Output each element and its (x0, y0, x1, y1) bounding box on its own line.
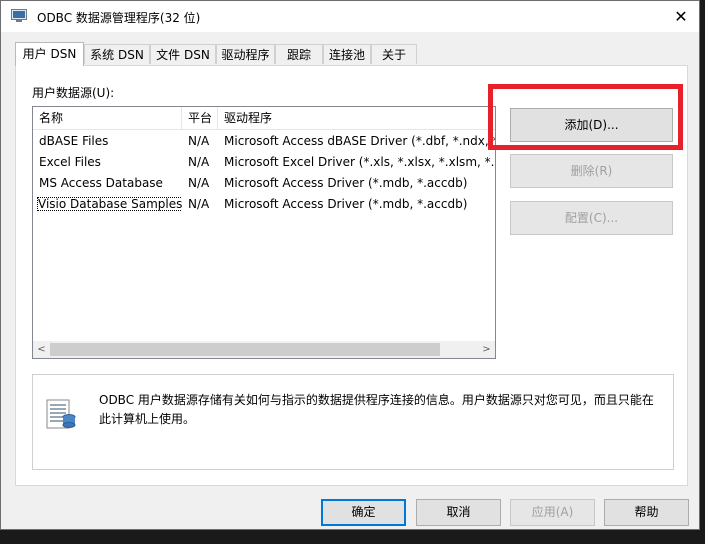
scroll-thumb[interactable] (50, 343, 440, 356)
row-name: dBASE Files (39, 134, 109, 148)
data-source-icon (46, 399, 76, 429)
row-name: Visio Database Samples (33, 194, 182, 215)
row-name: Excel Files (39, 155, 101, 169)
table-row[interactable]: dBASE Files N/A Microsoft Access dBASE D… (33, 131, 495, 152)
title-bar: ODBC 数据源管理程序(32 位) ✕ (1, 1, 699, 32)
row-platform: N/A (188, 197, 210, 211)
table-row[interactable]: Excel Files N/A Microsoft Excel Driver (… (33, 152, 495, 173)
row-name: MS Access Database (39, 176, 163, 190)
info-box: ODBC 用户数据源存储有关如何与指示的数据提供程序连接的信息。用户数据源只对您… (32, 374, 674, 470)
odbc-app-icon (11, 9, 27, 22)
tab-tracing[interactable]: 跟踪 (275, 44, 323, 64)
ok-button[interactable]: 确定 (321, 499, 406, 526)
tab-file-dsn[interactable]: 文件 DSN (150, 44, 216, 64)
tab-system-dsn[interactable]: 系统 DSN (84, 44, 150, 64)
remove-button[interactable]: 删除(R) (510, 154, 673, 188)
odbc-dialog: ODBC 数据源管理程序(32 位) ✕ 用户 DSN 系统 DSN 文件 DS… (0, 0, 700, 530)
row-driver: Microsoft Access Driver (*.mdb, *.accdb) (224, 176, 468, 190)
close-icon: ✕ (674, 7, 688, 26)
column-header-driver[interactable]: 驱动程序 (218, 107, 495, 129)
row-driver: Microsoft Access Driver (*.mdb, *.accdb) (224, 197, 468, 211)
close-button[interactable]: ✕ (663, 1, 699, 32)
user-data-sources-label: 用户数据源(U): (32, 86, 115, 100)
user-dsn-panel: 用户数据源(U): 名称 平台 驱动程序 dBASE Files N/A Mic… (15, 65, 688, 486)
add-button[interactable]: 添加(D)... (510, 108, 673, 142)
apply-button[interactable]: 应用(A) (510, 499, 595, 526)
horizontal-scrollbar[interactable]: < > (33, 341, 495, 358)
scroll-right-icon[interactable]: > (478, 341, 495, 358)
column-header-platform[interactable]: 平台 (182, 107, 218, 129)
info-text: ODBC 用户数据源存储有关如何与指示的数据提供程序连接的信息。用户数据源只对您… (99, 393, 654, 426)
row-driver: Microsoft Access dBASE Driver (*.dbf, *.… (224, 134, 495, 148)
window-title: ODBC 数据源管理程序(32 位) (37, 11, 201, 25)
column-header-name[interactable]: 名称 (33, 107, 182, 129)
cancel-button[interactable]: 取消 (416, 499, 501, 526)
table-row[interactable]: MS Access Database N/A Microsoft Access … (33, 173, 495, 194)
tab-about[interactable]: 关于 (371, 44, 417, 64)
row-platform: N/A (188, 134, 210, 148)
data-sources-list[interactable]: 名称 平台 驱动程序 dBASE Files N/A Microsoft Acc… (32, 106, 496, 359)
row-driver: Microsoft Excel Driver (*.xls, *.xlsx, *… (224, 155, 496, 169)
row-name-text: Visio Database Samples (37, 197, 182, 211)
table-row[interactable]: Visio Database Samples N/A Microsoft Acc… (33, 194, 495, 215)
tab-connection-pooling[interactable]: 连接池 (323, 44, 371, 64)
tab-drivers[interactable]: 驱动程序 (216, 44, 275, 64)
scroll-left-icon[interactable]: < (33, 341, 50, 358)
list-header: 名称 平台 驱动程序 (33, 107, 495, 130)
row-platform: N/A (188, 176, 210, 190)
configure-button[interactable]: 配置(C)... (510, 201, 673, 235)
help-button[interactable]: 帮助 (604, 499, 689, 526)
tab-user-dsn[interactable]: 用户 DSN (15, 42, 84, 66)
row-platform: N/A (188, 155, 210, 169)
